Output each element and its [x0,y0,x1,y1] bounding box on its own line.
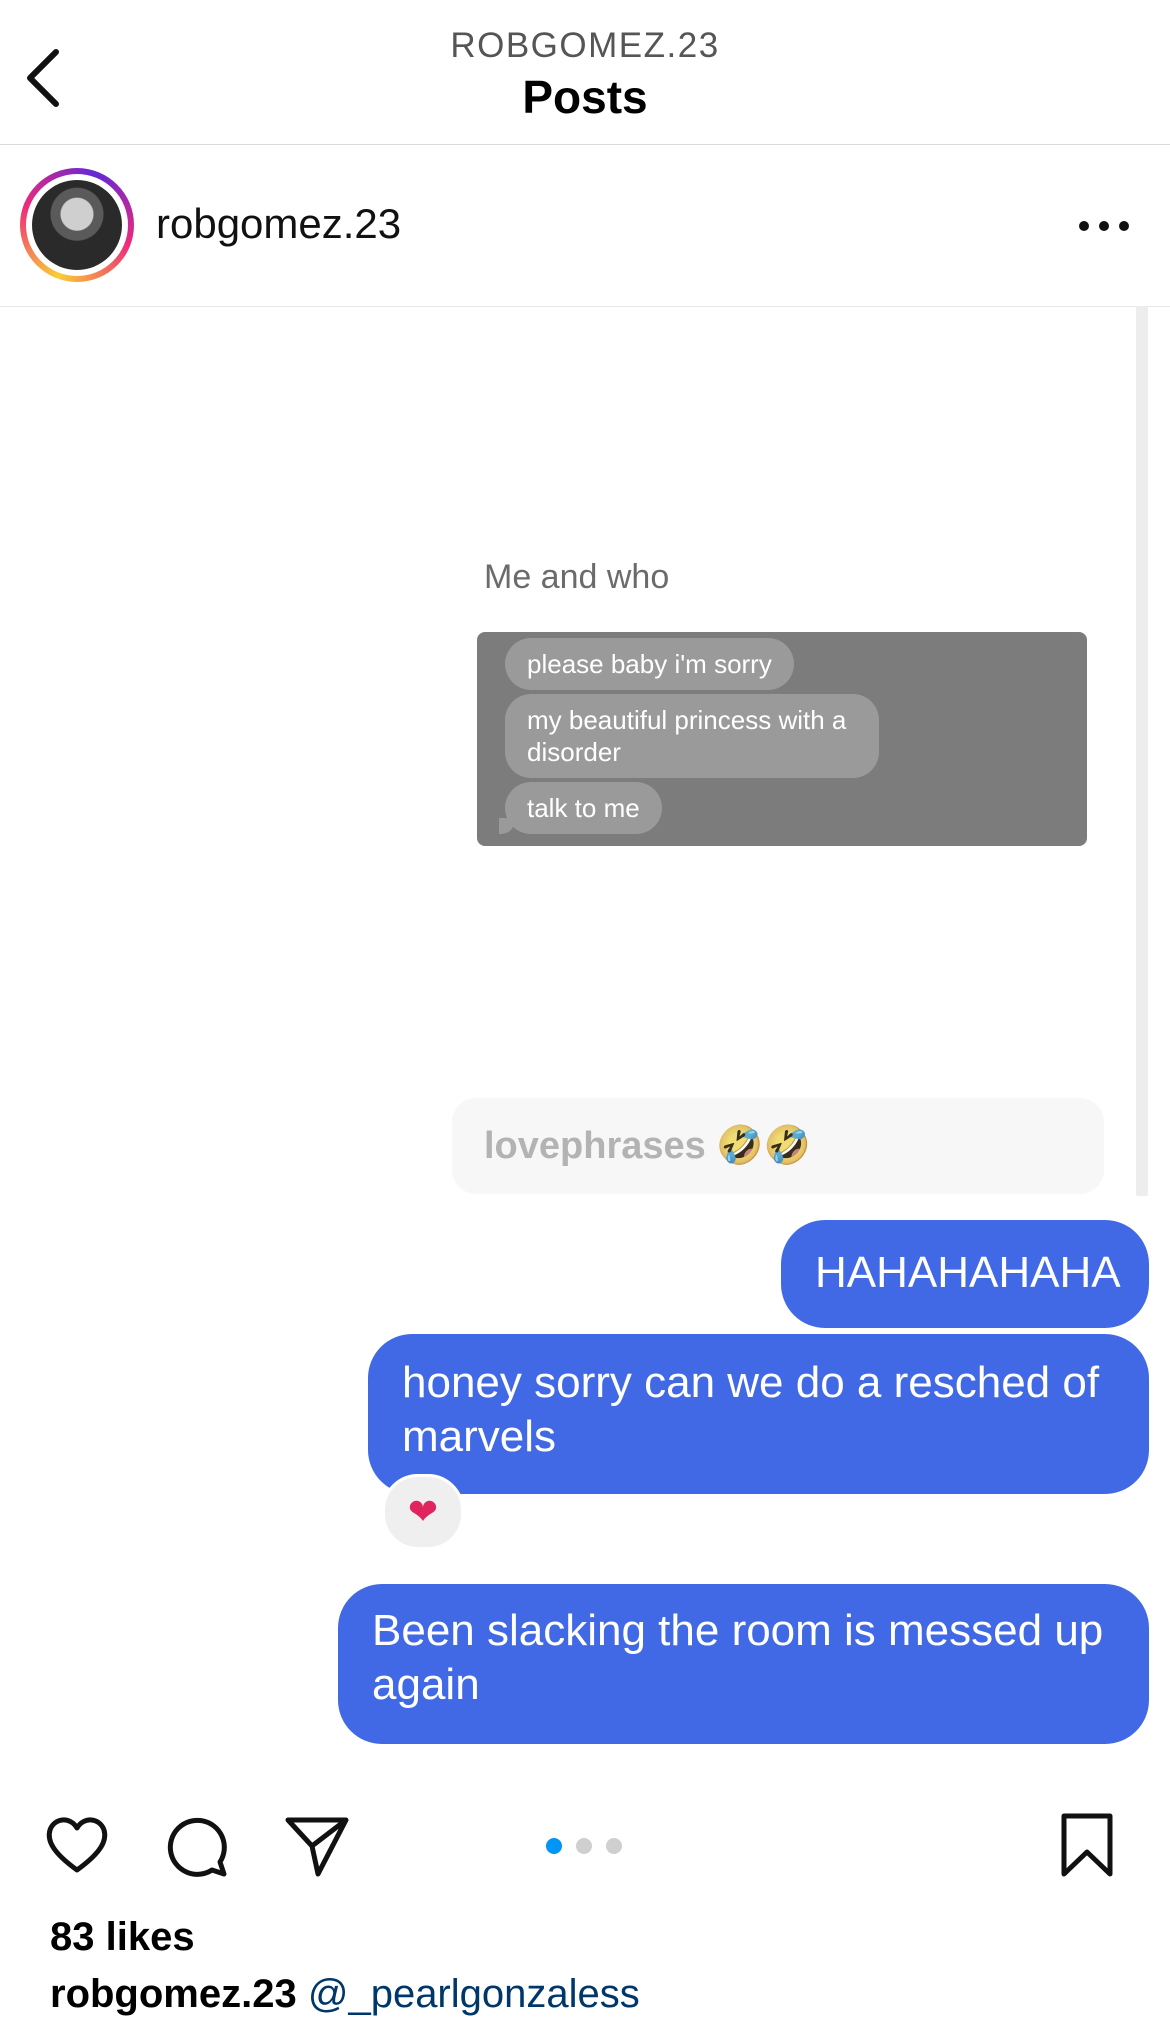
reply-preview-text: lovephrases 🤣🤣 [484,1124,811,1168]
screenshot-caption: Me and who [484,558,670,596]
laughing-emoji: 🤣🤣 [716,1125,811,1167]
more-icon [1079,221,1129,231]
reply-preview: lovephrases 🤣🤣 [452,1098,1104,1194]
sent-message-bubble: honey sorry can we do a resched of marve… [368,1334,1149,1494]
gray-message-bubble: talk to me [499,782,662,834]
likes-count[interactable]: 83 likes [50,1915,195,1960]
save-button[interactable] [1052,1810,1122,1880]
carousel-indicator [546,1836,636,1856]
sent-message-bubble: Been slacking the room is messed up agai… [338,1584,1149,1744]
heart-icon [46,1817,108,1873]
avatar[interactable] [20,168,134,282]
more-options-button[interactable] [1076,214,1132,238]
post-author-bar: robgomez.23 [0,144,1170,307]
carousel-dot [546,1838,562,1854]
heart-reaction[interactable]: ❤ [382,1474,464,1550]
share-button[interactable] [282,1810,352,1880]
carousel-dot [576,1838,592,1854]
post-actions [0,1800,1170,1890]
message-text: HAHAHAHAHA [815,1248,1121,1297]
gray-message-bubble: please baby i'm sorry [505,638,794,690]
top-nav: ROBGOMEZ.23 Posts [0,0,1170,145]
sent-message-bubble: HAHAHAHAHA [781,1220,1149,1328]
comment-button[interactable] [162,1810,232,1880]
send-icon [285,1817,349,1877]
carousel-dot [606,1838,622,1854]
scrollbar[interactable] [1136,306,1148,1196]
bookmark-icon [1061,1813,1113,1877]
page-title: Posts [522,71,648,123]
message-text: honey sorry can we do a resched of marve… [402,1358,1100,1461]
comment-icon [167,1817,227,1877]
carousel-dots [546,1838,622,1854]
caption-mention[interactable]: @_pearlgonzaless [308,1972,640,2016]
author-username[interactable]: robgomez.23 [156,200,401,248]
reply-preview-label: lovephrases [484,1125,706,1167]
caption-username[interactable]: robgomez.23 [50,1972,297,2016]
post-media[interactable]: Me and who please baby i'm sorry my beau… [0,306,1170,1744]
avatar-photo [32,180,122,270]
post-caption: robgomez.23 @_pearlgonzaless [50,1972,640,2017]
embedded-chat-screenshot: please baby i'm sorry my beautiful princ… [477,632,1087,846]
like-button[interactable] [42,1810,112,1880]
message-text: Been slacking the room is messed up agai… [372,1606,1104,1709]
gray-message-bubble: my beautiful princess with a disorder [505,694,879,778]
header-username: ROBGOMEZ.23 [450,26,720,65]
